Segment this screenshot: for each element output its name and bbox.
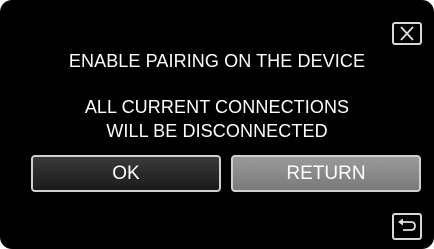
pairing-dialog-screen: ENABLE PAIRING ON THE DEVICE ALL CURRENT… (0, 0, 434, 249)
return-button[interactable]: RETURN (231, 155, 421, 192)
pairing-instruction-text: ENABLE PAIRING ON THE DEVICE (68, 51, 366, 71)
return-arrow-icon (398, 218, 416, 231)
ok-button[interactable]: OK (31, 155, 221, 192)
warning-text-line-2: WILL BE DISCONNECTED (106, 121, 328, 141)
back-button[interactable] (392, 213, 422, 240)
close-button[interactable] (392, 22, 422, 45)
warning-text-line-1: ALL CURRENT CONNECTIONS (84, 97, 350, 117)
close-icon (400, 26, 414, 41)
